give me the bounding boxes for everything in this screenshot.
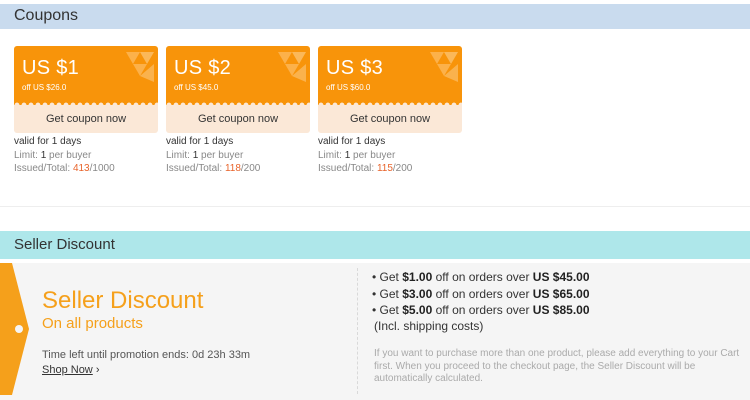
coupon-validity: valid for 1 days [166, 135, 310, 149]
rule-threshold: US $45.00 [532, 270, 590, 284]
issued-count: 118 [224, 163, 241, 174]
issued-count: 413 [72, 163, 90, 174]
seller-discount-subtitle: On all products [42, 315, 143, 332]
list-item: • Get $1.00 off on orders over US $45.00 [372, 270, 590, 284]
coupon-decoration-icon [126, 52, 154, 82]
seller-discount-section-title: Seller Discount [14, 236, 115, 253]
countdown-value: 0d 23h 33m [192, 349, 251, 361]
coupon-limit: Limit: 1 per buyer [166, 149, 310, 163]
coupon-header: US $3 off US $60.0 [318, 46, 462, 105]
rule-middle: off on orders over [435, 303, 530, 317]
issued-total: /1000 [89, 163, 115, 174]
coupon-card: US $2 off US $45.0 Get coupon now valid … [166, 46, 310, 176]
coupon-min-spend: off US $60.0 [326, 83, 371, 92]
limit-suffix: per buyer [353, 149, 396, 161]
rule-prefix: Get [379, 303, 399, 317]
rule-prefix: Get [379, 270, 399, 284]
validity-days: 1 [355, 136, 362, 147]
panel-divider [357, 268, 358, 394]
rule-middle: off on orders over [435, 286, 530, 301]
issued-count: 115 [376, 163, 393, 174]
validity-suffix: days [60, 136, 82, 147]
coupon-perforation [318, 100, 462, 105]
shop-now-link[interactable]: Shop Now › [42, 364, 100, 376]
limit-suffix: per buyer [49, 149, 92, 161]
rule-amount: $3.00 [402, 286, 433, 301]
section-divider [0, 206, 750, 207]
validity-suffix: days [364, 136, 386, 147]
coupon-details: valid for 1 days Limit: 1 per buyer Issu… [14, 135, 158, 176]
issued-label: Issued/Total: [14, 163, 71, 174]
list-item: • Get $3.00 off on orders over US $65.00 [372, 286, 590, 301]
coupon-details: valid for 1 days Limit: 1 per buyer Issu… [166, 135, 310, 176]
limit-prefix: Limit: [166, 149, 190, 161]
seller-discount-section-header: Seller Discount [0, 231, 750, 259]
validity-days: 1 [51, 136, 58, 147]
rule-threshold: US $65.00 [532, 286, 590, 301]
coupons-section-title: Coupons [14, 7, 79, 24]
get-coupon-button[interactable]: Get coupon now [318, 105, 462, 133]
coupon-min-spend: off US $26.0 [22, 83, 67, 92]
coupon-amount: US $2 [174, 57, 232, 79]
seller-discount-title: Seller Discount [42, 287, 204, 314]
coupon-details: valid for 1 days Limit: 1 per buyer Issu… [318, 135, 462, 176]
limit-count: 1 [40, 149, 47, 161]
limit-count: 1 [344, 149, 351, 161]
seller-discount-panel: Seller Discount On all products Time lef… [0, 263, 750, 400]
promotion-countdown: Time left until promotion ends: 0d 23h 3… [42, 349, 250, 361]
validity-days: 1 [203, 136, 210, 147]
rule-middle: off on orders over [435, 270, 530, 284]
issued-total: /200 [240, 163, 261, 174]
coupon-validity: valid for 1 days [318, 135, 462, 149]
rule-threshold: US $85.00 [532, 303, 590, 317]
coupon-limit: Limit: 1 per buyer [318, 149, 462, 163]
list-item: • Get $5.00 off on orders over US $85.00 [372, 303, 590, 317]
coupon-issued: Issued/Total: 115/200 [318, 162, 462, 176]
limit-count: 1 [192, 149, 199, 161]
issued-label: Issued/Total: [318, 163, 375, 174]
discount-rules-list: • Get $1.00 off on orders over US $45.00… [372, 269, 742, 319]
issued-total: /200 [392, 163, 413, 174]
shipping-note: (Incl. shipping costs) [374, 319, 484, 333]
limit-prefix: Limit: [318, 149, 342, 161]
coupon-perforation [14, 100, 158, 105]
validity-prefix: valid for [166, 136, 202, 147]
coupons-section-header: Coupons [0, 4, 750, 29]
validity-prefix: valid for [14, 136, 50, 147]
checkout-note: If you want to purchase more than one pr… [374, 348, 740, 384]
rule-amount: $5.00 [402, 303, 433, 317]
tag-icon [0, 263, 29, 395]
coupon-decoration-icon [430, 52, 458, 82]
coupon-min-spend: off US $45.0 [174, 83, 219, 92]
coupon-issued: Issued/Total: 118/200 [166, 162, 310, 176]
coupon-card: US $3 off US $60.0 Get coupon now valid … [318, 46, 462, 176]
coupon-amount: US $1 [22, 57, 80, 79]
coupon-issued: Issued/Total: 413/1000 [14, 162, 158, 176]
coupon-amount: US $3 [326, 57, 384, 79]
coupon-perforation [166, 100, 310, 105]
limit-suffix: per buyer [201, 149, 244, 161]
countdown-label: Time left until promotion ends: [42, 349, 189, 361]
validity-prefix: valid for [318, 136, 354, 147]
rule-prefix: Get [379, 286, 399, 301]
coupon-decoration-icon [278, 52, 306, 82]
shop-now-label: Shop Now [42, 364, 93, 376]
get-coupon-button[interactable]: Get coupon now [166, 105, 310, 133]
validity-suffix: days [212, 136, 234, 147]
issued-label: Issued/Total: [166, 163, 223, 174]
coupon-header: US $1 off US $26.0 [14, 46, 158, 105]
coupon-validity: valid for 1 days [14, 135, 158, 149]
coupon-limit: Limit: 1 per buyer [14, 149, 158, 163]
coupon-card: US $1 off US $26.0 Get coupon now valid … [14, 46, 158, 176]
chevron-right-icon: › [95, 364, 100, 376]
coupon-header: US $2 off US $45.0 [166, 46, 310, 105]
limit-prefix: Limit: [14, 149, 38, 161]
get-coupon-button[interactable]: Get coupon now [14, 105, 158, 133]
rule-amount: $1.00 [402, 270, 433, 284]
